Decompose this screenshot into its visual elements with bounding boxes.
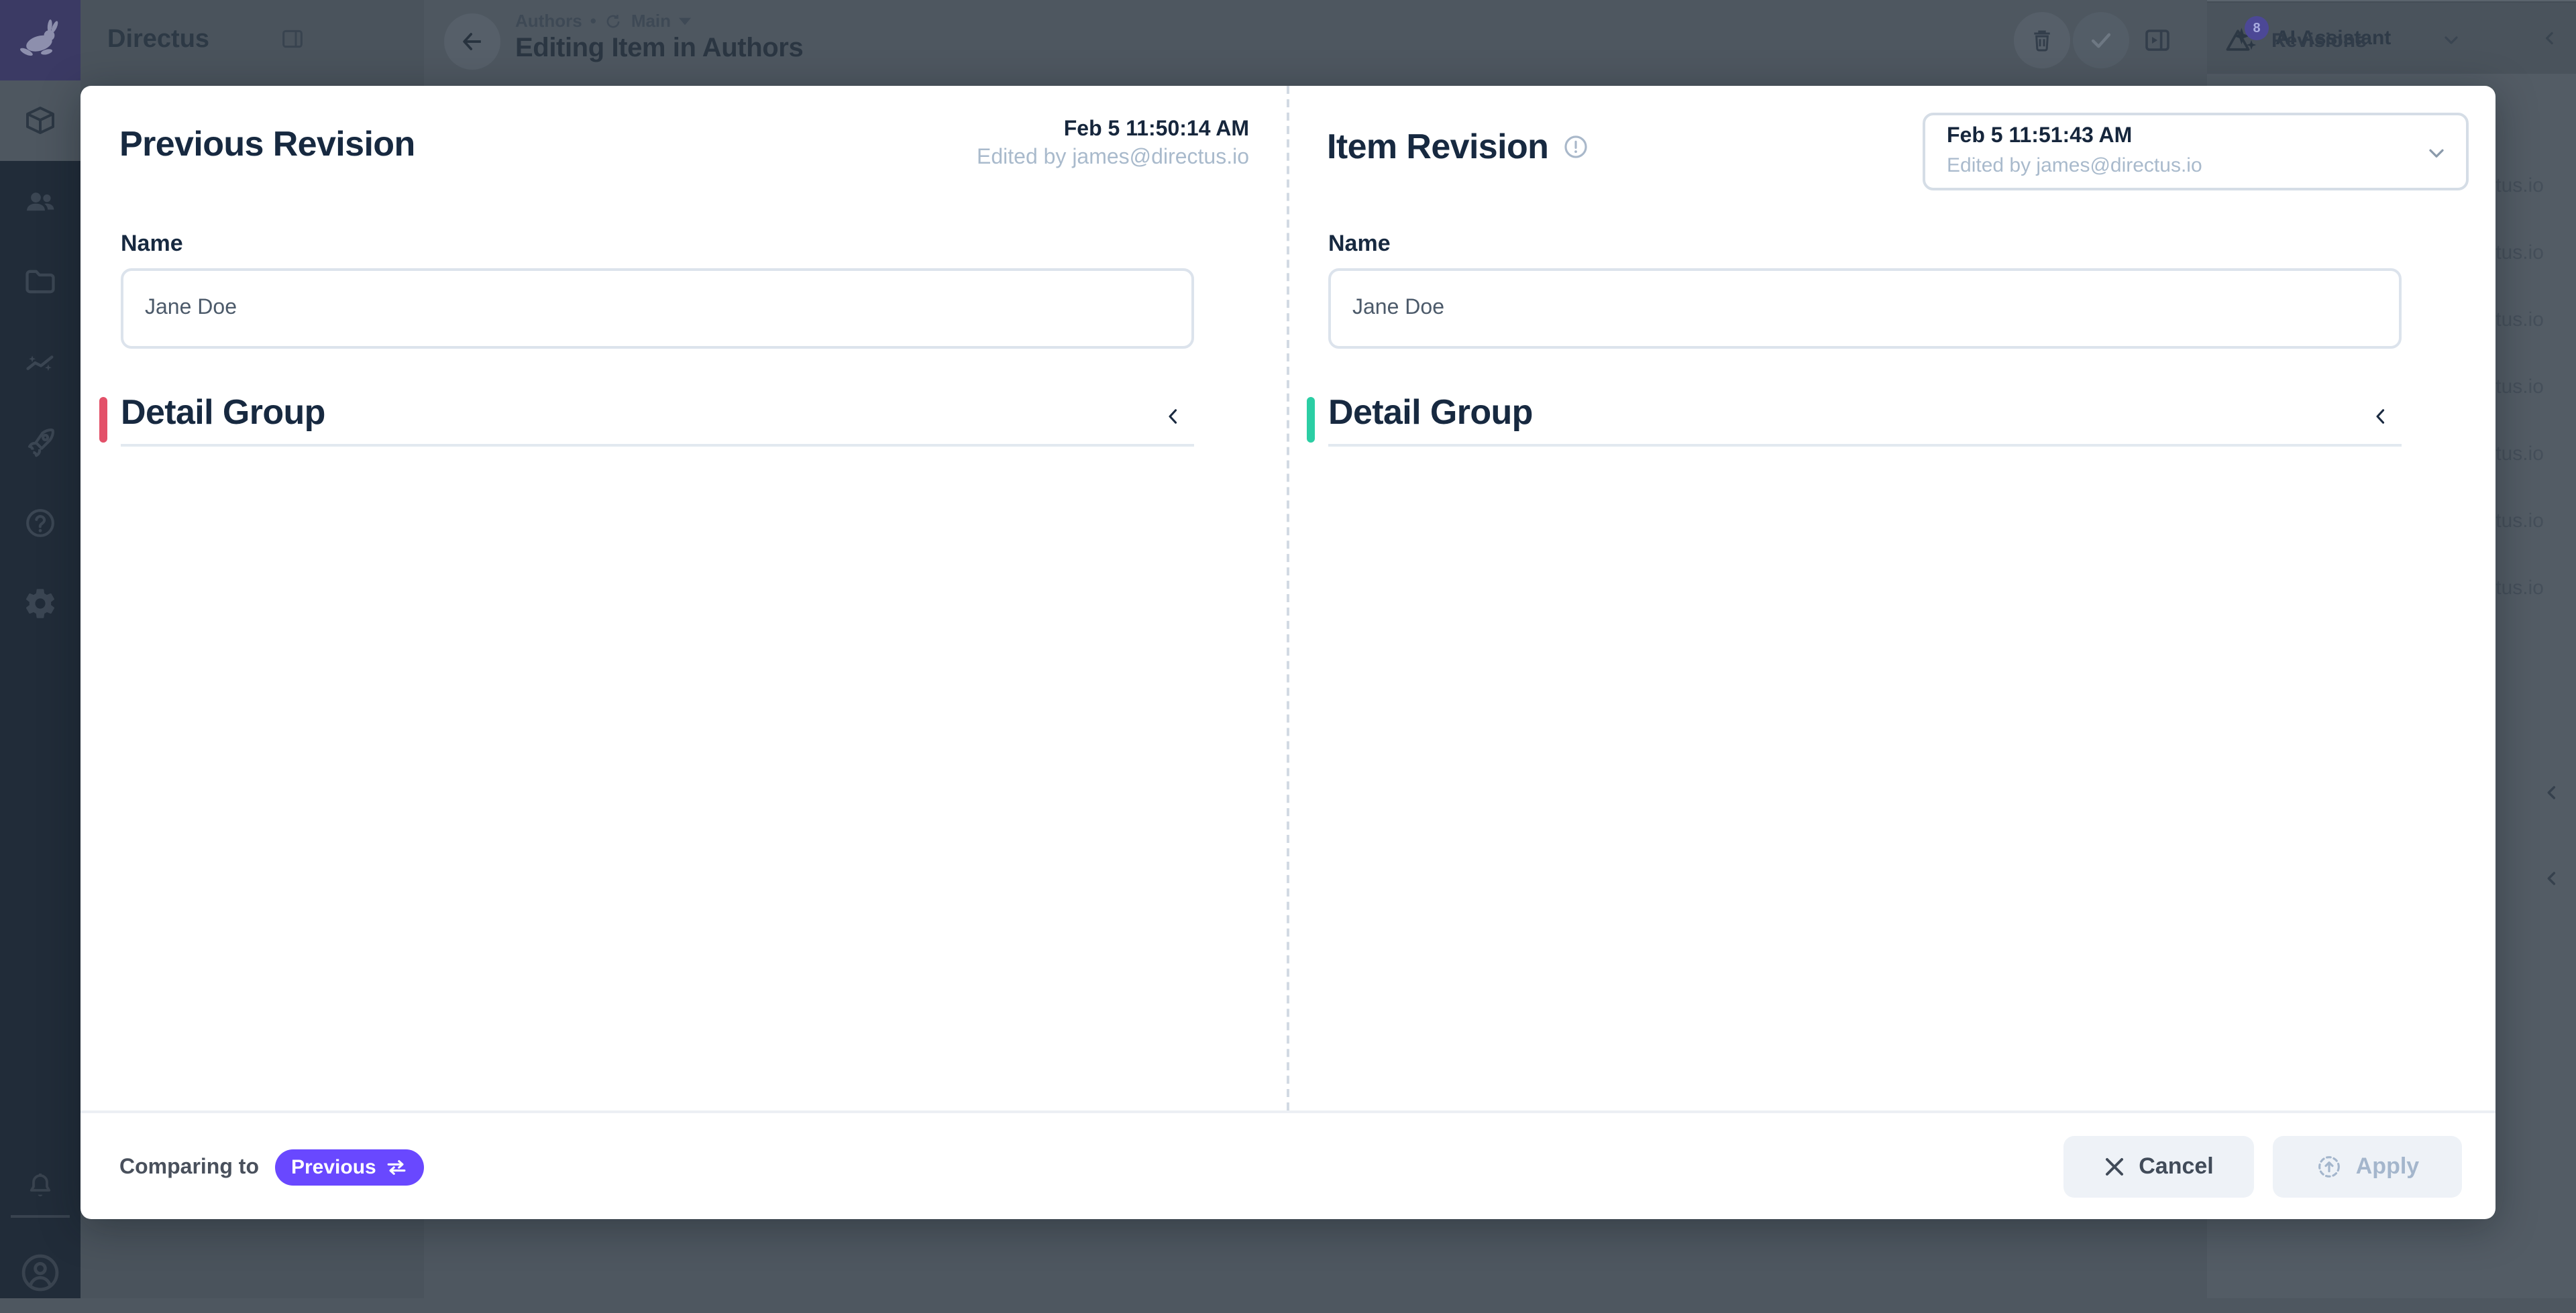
revision-list-item[interactable]: tus.io (2496, 174, 2544, 197)
breadcrumb-collection[interactable]: Authors (515, 11, 582, 31)
name-label: Name (1328, 231, 1391, 258)
directus-logo[interactable] (0, 0, 80, 80)
modulebar-divider (11, 1215, 70, 1218)
rocket-icon (23, 425, 58, 460)
breadcrumb: Authors • Main (515, 11, 691, 31)
version-icon (604, 11, 623, 30)
box-icon (23, 103, 58, 138)
module-settings[interactable] (0, 563, 80, 644)
module-bar (0, 0, 80, 1298)
section-chevron-left-icon[interactable] (2541, 782, 2563, 803)
revision-select-dropdown[interactable]: Feb 5 11:51:43 AM Edited by james@direct… (1923, 113, 2469, 190)
comparing-to-label: Comparing to (119, 1155, 259, 1180)
page-title: Editing Item in Authors (515, 34, 803, 64)
name-input[interactable] (121, 268, 1194, 349)
detail-group-title: Detail Group (121, 392, 325, 433)
swap-icon (386, 1159, 409, 1176)
detail-group-title: Detail Group (1328, 392, 1533, 433)
detail-group-accent (1307, 397, 1315, 443)
compare-target-label: Previous (291, 1156, 376, 1179)
ai-collapse-chevron-icon[interactable] (2540, 28, 2560, 48)
module-help[interactable] (0, 483, 80, 563)
breadcrumb-version[interactable]: Main (631, 11, 671, 31)
bell-icon (24, 1169, 56, 1202)
revision-list-item[interactable]: tus.io (2496, 443, 2544, 465)
revisions-count-badge: 8 (2245, 16, 2269, 40)
apply-icon (2316, 1153, 2343, 1180)
user-avatar[interactable] (0, 1233, 80, 1313)
sidebar-toggle-button[interactable] (2141, 24, 2174, 56)
detail-group-accent (99, 397, 107, 443)
revision-list-item[interactable]: tus.io (2496, 308, 2544, 331)
version-caret-icon[interactable] (679, 17, 691, 25)
module-content[interactable] (0, 80, 80, 161)
back-button[interactable] (444, 13, 500, 70)
help-icon (23, 506, 58, 540)
rabbit-logo-icon (15, 15, 66, 66)
insights-icon (23, 345, 58, 380)
app-window: Directus Authors • Main Editing Item in … (0, 0, 2576, 1298)
save-button[interactable] (2073, 12, 2129, 68)
cancel-label: Cancel (2139, 1153, 2214, 1180)
previous-revision-timestamp: Feb 5 11:50:14 AM (977, 115, 1249, 144)
revision-list-item[interactable]: tus.io (2496, 510, 2544, 532)
item-revision-title: Item Revision (1327, 126, 1548, 168)
breadcrumb-separator: • (590, 11, 596, 31)
detail-group-collapse-icon[interactable] (1162, 405, 1185, 428)
revision-list-item[interactable]: tus.io (2496, 577, 2544, 600)
revisions-collapse-icon[interactable] (2440, 30, 2462, 51)
revision-list-item[interactable]: tus.io (2496, 241, 2544, 264)
module-users[interactable] (0, 161, 80, 241)
apply-label: Apply (2356, 1153, 2419, 1180)
trash-icon (2029, 27, 2055, 54)
right-panel-icon (2141, 24, 2174, 56)
close-icon (2104, 1156, 2125, 1178)
gear-icon (23, 586, 58, 621)
previous-revision-panel: Previous Revision Feb 5 11:50:14 AM Edit… (80, 86, 1288, 1110)
module-marketplace[interactable] (0, 402, 80, 483)
delete-item-button[interactable] (2014, 12, 2070, 68)
revision-list-item[interactable]: tus.io (2496, 376, 2544, 398)
revisions-section-header[interactable]: 8 Revisions (2207, 0, 2576, 80)
module-insights[interactable] (0, 322, 80, 402)
section-chevron-left-icon[interactable] (2541, 868, 2563, 889)
folder-icon (23, 264, 58, 299)
revisions-label: Revisions (2271, 0, 2367, 80)
nav-collapse-icon[interactable] (279, 25, 306, 52)
avatar-icon (17, 1250, 63, 1296)
revision-compare-modal: Previous Revision Feb 5 11:50:14 AM Edit… (80, 86, 2496, 1219)
previous-revision-edited-by: Edited by james@directus.io (977, 144, 1249, 172)
name-input[interactable] (1328, 268, 2402, 349)
modal-footer: Comparing to Previous Cancel Apply (80, 1110, 2496, 1219)
detail-group-collapse-icon[interactable] (2369, 405, 2392, 428)
selected-revision-timestamp: Feb 5 11:51:43 AM (1947, 125, 2132, 149)
name-label: Name (121, 231, 183, 258)
users-icon (23, 184, 58, 219)
previous-revision-meta: Feb 5 11:50:14 AM Edited by james@direct… (977, 115, 1249, 172)
project-name: Directus (107, 0, 209, 80)
previous-revision-title: Previous Revision (119, 123, 415, 165)
module-files[interactable] (0, 241, 80, 322)
item-revision-panel: Item Revision Feb 5 11:51:43 AM Edited b… (1288, 86, 2496, 1110)
chevron-down-icon (2424, 141, 2449, 165)
check-icon (2086, 25, 2116, 55)
apply-button[interactable]: Apply (2273, 1136, 2462, 1198)
notifications-button[interactable] (0, 1145, 80, 1226)
selected-revision-edited-by: Edited by james@directus.io (1947, 154, 2202, 177)
detail-group-divider (1328, 444, 2402, 447)
detail-group-divider (121, 444, 1194, 447)
cancel-button[interactable]: Cancel (2063, 1136, 2254, 1198)
info-icon (1562, 133, 1590, 161)
compare-target-button[interactable]: Previous (275, 1149, 425, 1186)
